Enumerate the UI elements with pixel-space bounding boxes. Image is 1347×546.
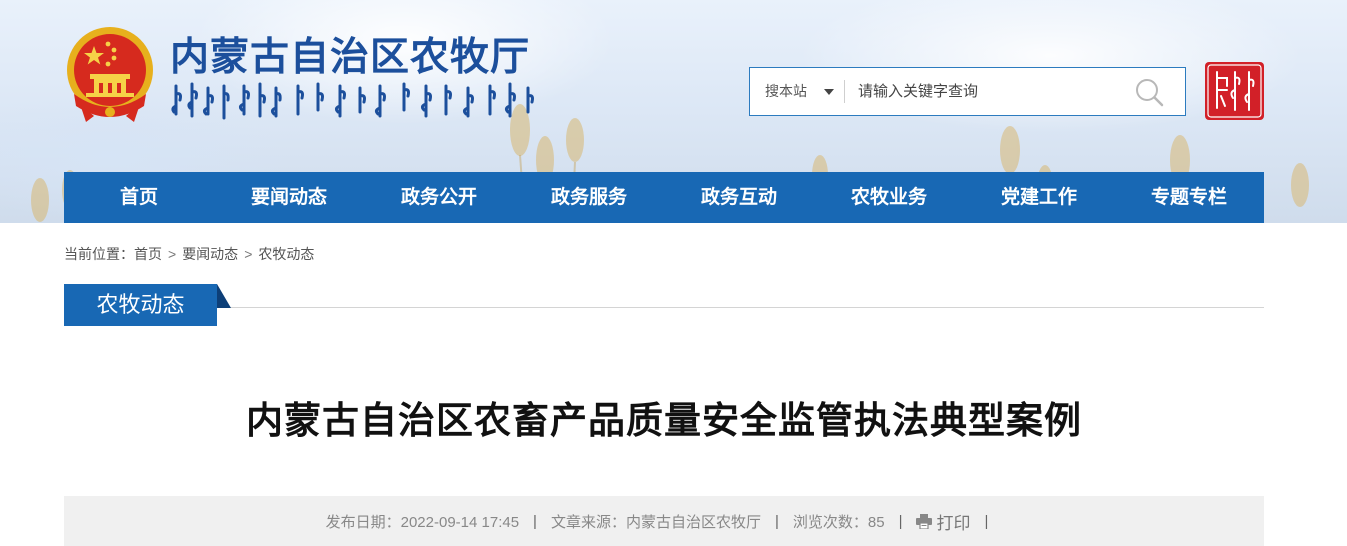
article-meta-bar: 发布日期：2022-09-14 17:45 | 文章来源：内蒙古自治区农牧厅 |… — [64, 496, 1264, 546]
breadcrumb: 当前位置：首页 > 要闻动态 > 农牧动态 — [64, 244, 314, 264]
nav-item-government-affairs[interactable]: 政务公开 — [364, 172, 514, 223]
seal-logo-icon[interactable] — [1205, 62, 1264, 120]
chevron-down-icon — [824, 89, 834, 95]
section-divider — [64, 307, 1264, 308]
nav-item-interaction[interactable]: 政务互动 — [664, 172, 814, 223]
breadcrumb-separator: > — [168, 246, 177, 262]
print-button[interactable]: 打印 — [916, 509, 970, 534]
search-scope-label: 搜本站 — [765, 83, 807, 99]
print-icon — [916, 513, 933, 529]
main-nav: 首页 要闻动态 政务公开 政务服务 政务互动 农牧业务 党建工作 专题专栏 — [64, 172, 1264, 223]
print-label: 打印 — [936, 513, 971, 533]
meta-separator: | — [533, 512, 537, 530]
search-icon[interactable] — [1133, 76, 1167, 110]
nav-item-government-services[interactable]: 政务服务 — [514, 172, 664, 223]
meta-separator: | — [898, 512, 903, 530]
nav-item-news[interactable]: 要闻动态 — [214, 172, 364, 223]
meta-separator: | — [774, 512, 779, 530]
nav-item-party-building[interactable]: 党建工作 — [964, 172, 1114, 223]
breadcrumb-separator: > — [244, 246, 253, 262]
publish-date: 发布日期：2022-09-14 17:45 — [325, 513, 520, 531]
site-title: 内蒙古自治区农牧厅 — [170, 34, 531, 80]
view-count: 浏览次数：85 — [792, 513, 885, 531]
national-emblem-icon — [67, 27, 153, 122]
meta-separator: | — [984, 512, 989, 530]
article-title: 内蒙古自治区农畜产品质量安全监管执法典型案例 — [246, 399, 1082, 442]
mongolian-script-title — [171, 82, 534, 120]
breadcrumb-item-home[interactable]: 首页 — [134, 246, 162, 262]
section-tab-corner — [217, 284, 231, 308]
nav-item-home[interactable]: 首页 — [64, 172, 214, 223]
breadcrumb-item-news[interactable]: 要闻动态 — [182, 246, 238, 262]
section-title: 农牧动态 — [64, 284, 217, 326]
search-divider — [844, 80, 845, 103]
breadcrumb-prefix: 当前位置： — [64, 246, 134, 262]
breadcrumb-item-agriculture-news[interactable]: 农牧动态 — [258, 246, 314, 262]
nav-item-agriculture-business[interactable]: 农牧业务 — [814, 172, 964, 223]
search-scope-dropdown[interactable]: 搜本站 — [750, 68, 844, 115]
nav-item-special-topics[interactable]: 专题专栏 — [1114, 172, 1264, 223]
search-input[interactable] — [846, 72, 1126, 111]
article-source: 文章来源：内蒙古自治区农牧厅 — [550, 513, 761, 531]
search-box: 搜本站 — [749, 67, 1186, 116]
